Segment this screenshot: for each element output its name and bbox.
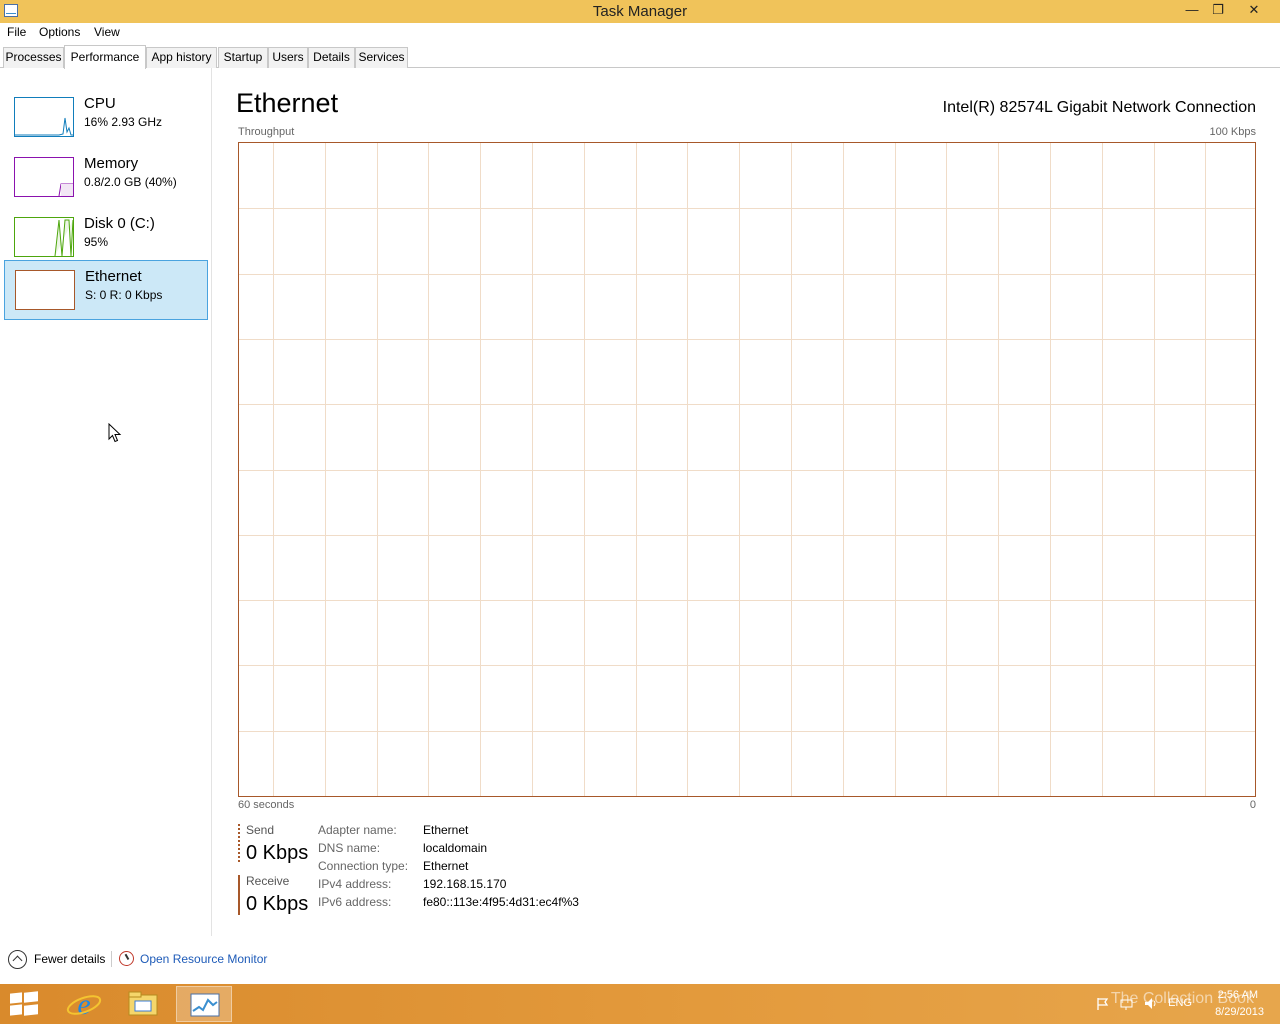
- disk-graph-icon: [14, 217, 74, 257]
- sidebar-item-sub: 95%: [84, 235, 109, 249]
- mouse-cursor-icon: [108, 423, 122, 443]
- dns-name-label: DNS name:: [318, 841, 381, 855]
- restore-button[interactable]: ❐: [1204, 0, 1232, 22]
- menu-options[interactable]: Options: [39, 25, 80, 39]
- ethernet-graph-icon: [15, 270, 75, 310]
- sidebar-item-label: Ethernet: [85, 268, 142, 285]
- max-scale-label: 100 Kbps: [1209, 126, 1256, 138]
- tab-users[interactable]: Users: [268, 47, 308, 68]
- tab-app-history[interactable]: App history: [146, 47, 217, 68]
- task-manager-taskbar-icon[interactable]: [176, 986, 232, 1022]
- sidebar-item-label: Disk 0 (C:): [84, 215, 155, 232]
- system-tray: The Collection Book ENG 2:56 AM 8/29/201…: [1020, 984, 1280, 1024]
- tab-services[interactable]: Services: [355, 47, 408, 68]
- sidebar-item-ethernet[interactable]: Ethernet S: 0 R: 0 Kbps: [4, 260, 208, 320]
- taskbar: e The Collection Book ENG 2:56 AM 8/29/2…: [0, 984, 1280, 1024]
- language-indicator[interactable]: ENG: [1168, 997, 1192, 1009]
- menu-view[interactable]: View: [94, 25, 120, 39]
- zero-scale-label: 0: [1249, 799, 1256, 811]
- volume-icon[interactable]: [1144, 997, 1158, 1010]
- ipv6-value: fe80::113e:4f95:4d31:ec4f%3: [423, 895, 579, 909]
- page-title: Ethernet: [236, 88, 339, 118]
- title-bar: Task Manager — ❐ ✕: [0, 0, 1280, 23]
- flag-icon[interactable]: [1096, 997, 1110, 1010]
- send-label: Send: [246, 823, 275, 837]
- open-resource-monitor-link[interactable]: Open Resource Monitor: [140, 952, 267, 966]
- chevron-up-icon[interactable]: [8, 950, 27, 969]
- internet-explorer-icon[interactable]: e: [56, 986, 112, 1022]
- resource-monitor-icon[interactable]: [119, 951, 134, 966]
- graph-grid: [239, 143, 1255, 796]
- divider: [111, 951, 112, 967]
- sidebar-item-label: Memory: [84, 155, 139, 172]
- window-title: Task Manager: [592, 3, 688, 20]
- sidebar-item-cpu[interactable]: CPU 16% 2.93 GHz: [4, 88, 208, 148]
- clock-time[interactable]: 2:56 AM: [1218, 989, 1258, 1001]
- tab-processes[interactable]: Processes: [3, 47, 64, 68]
- adapter-name-label: Adapter name:: [318, 823, 397, 837]
- send-indicator: [238, 824, 241, 862]
- throughput-label: Throughput: [238, 126, 295, 138]
- sidebar-item-sub: 0.8/2.0 GB (40%): [84, 175, 177, 189]
- fewer-details-button[interactable]: Fewer details: [34, 952, 105, 966]
- sidebar-item-sub: 16% 2.93 GHz: [84, 115, 163, 129]
- adapter-name-value: Ethernet: [423, 823, 469, 837]
- windows-start-icon[interactable]: [10, 991, 38, 1017]
- svg-text:e: e: [77, 988, 90, 1021]
- network-icon[interactable]: [1120, 997, 1134, 1010]
- tab-startup[interactable]: Startup: [218, 47, 268, 68]
- menu-file[interactable]: File: [7, 25, 26, 39]
- sidebar-item-memory[interactable]: Memory 0.8/2.0 GB (40%): [4, 148, 208, 208]
- receive-indicator: [238, 875, 241, 915]
- adapter-description: Intel(R) 82574L Gigabit Network Connecti…: [942, 99, 1256, 116]
- dns-name-value: localdomain: [423, 841, 488, 855]
- close-button[interactable]: ✕: [1240, 0, 1268, 22]
- ipv4-value: 192.168.15.170: [423, 877, 507, 891]
- performance-sidebar: CPU 16% 2.93 GHz Memory 0.8/2.0 GB (40%)…: [0, 68, 212, 936]
- sidebar-item-label: CPU: [84, 95, 116, 112]
- clock-date[interactable]: 8/29/2013: [1215, 1006, 1264, 1018]
- connection-type-value: Ethernet: [423, 859, 469, 873]
- connection-type-label: Connection type:: [318, 859, 409, 873]
- receive-value: 0 Kbps: [246, 893, 309, 915]
- sidebar-item-disk[interactable]: Disk 0 (C:) 95%: [4, 208, 208, 268]
- cpu-graph-icon: [14, 97, 74, 137]
- tab-details[interactable]: Details: [308, 47, 355, 68]
- tab-bar: Processes Performance App history Startu…: [0, 45, 1280, 69]
- ipv4-label: IPv4 address:: [318, 877, 392, 891]
- sidebar-item-sub: S: 0 R: 0 Kbps: [85, 288, 163, 302]
- time-span-label: 60 seconds: [238, 799, 295, 811]
- minimize-button[interactable]: —: [1178, 0, 1206, 22]
- send-value: 0 Kbps: [246, 842, 309, 864]
- memory-graph-icon: [14, 157, 74, 197]
- throughput-graph: [238, 142, 1256, 797]
- ipv6-label: IPv6 address:: [318, 895, 392, 909]
- file-explorer-icon[interactable]: [115, 986, 171, 1022]
- footer-bar: Fewer details Open Resource Monitor: [0, 946, 1280, 974]
- receive-label: Receive: [246, 874, 290, 888]
- tab-performance[interactable]: Performance: [64, 45, 146, 69]
- menu-bar: File Options View: [0, 23, 1280, 43]
